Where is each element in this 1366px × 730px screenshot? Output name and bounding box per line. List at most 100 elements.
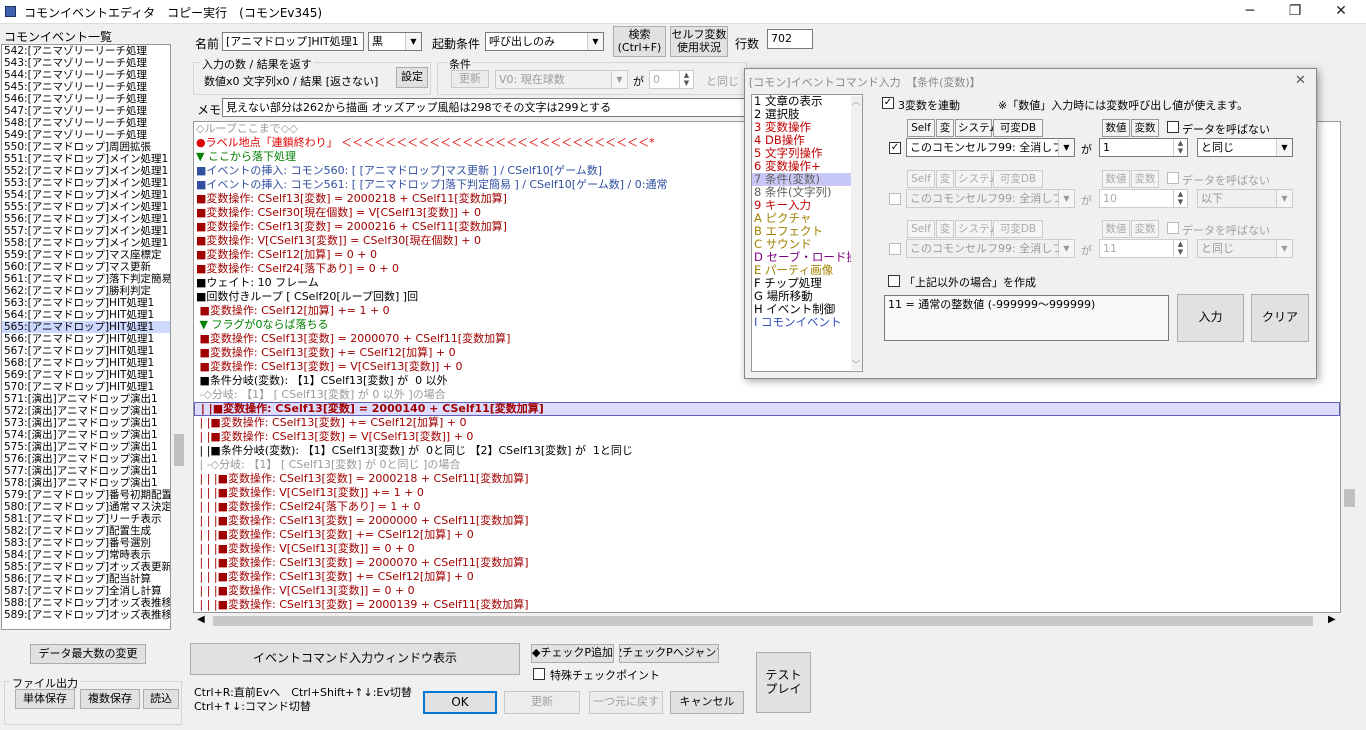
event-list-item[interactable]: 571:[演出]アニマドロップ演出1 [2, 393, 170, 405]
event-list-item[interactable]: 569:[アニマドロップ]HIT処理1 [2, 369, 170, 381]
event-list-item[interactable]: 550:[アニマドロップ]周囲拡張 [2, 141, 170, 153]
scroll-up-icon[interactable]: ︿ [852, 96, 860, 107]
tab-system[interactable]: システム [955, 220, 1000, 238]
condition-op-select[interactable]: と同じ ▼ [1197, 138, 1293, 157]
code-line[interactable]: | | |■変数操作: CSelf13[変数] += CSelf12[加算] +… [194, 528, 1340, 542]
spin-arrows-icon[interactable]: ▲ ▼ [1173, 190, 1187, 207]
event-list-item[interactable]: 586:[アニマドロップ]配当計算 [2, 573, 170, 585]
condition-var-select[interactable]: V0: 現在球数 ▼ [495, 70, 628, 89]
else-branch-checkbox[interactable] [888, 275, 900, 287]
event-list-item[interactable]: 585:[アニマドロップ]オッズ表更新 [2, 561, 170, 573]
tab-number[interactable]: 数値 [1102, 170, 1130, 188]
event-list-item[interactable]: 561:[アニマドロップ]落下判定簡易 [2, 273, 170, 285]
event-list-item[interactable]: 577:[演出]アニマドロップ演出1 [2, 465, 170, 477]
event-list-item[interactable]: 584:[アニマドロップ]常時表示 [2, 549, 170, 561]
condition-row-checkbox[interactable] [889, 243, 901, 255]
event-list-item[interactable]: 546:[アニマゾリーリーチ処理 [2, 93, 170, 105]
code-line[interactable]: | | |■変数操作: CSelf13[変数] += CSelf12[加算] +… [194, 570, 1340, 584]
condition-row-checkbox[interactable] [889, 193, 901, 205]
event-list-scrollbar[interactable] [171, 44, 187, 630]
tab-self[interactable]: Self [907, 119, 935, 137]
event-list-item[interactable]: 547:[アニマゾリーリーチ処理 [2, 105, 170, 117]
event-list-item[interactable]: 557:[アニマドロップ]メイン処理1 [2, 225, 170, 237]
tab-variable[interactable]: 変数 [1131, 220, 1159, 238]
tab-self[interactable]: Self [907, 170, 935, 188]
event-list-item[interactable]: 551:[アニマドロップ]メイン処理1 [2, 153, 170, 165]
event-list-item[interactable]: 562:[アニマドロップ]勝利判定 [2, 285, 170, 297]
lines-field[interactable]: 702 [767, 29, 813, 49]
event-list-item[interactable]: 573:[演出]アニマドロップ演出1 [2, 417, 170, 429]
event-list-item[interactable]: 548:[アニマゾリーリーチ処理 [2, 117, 170, 129]
maximize-icon[interactable]: ❐ [1285, 3, 1305, 19]
code-line[interactable]: | |■変数操作: CSelf13[変数] = 2000140 + CSelf1… [194, 402, 1340, 416]
code-line[interactable]: | |■条件分岐(変数): 【1】CSelf13[変数] が 0と同じ 【2】C… [194, 444, 1340, 458]
close-icon[interactable]: ✕ [1331, 3, 1351, 19]
event-list-item[interactable]: 574:[演出]アニマドロップ演出1 [2, 429, 170, 441]
event-list-item[interactable]: 565:[アニマドロップ]HIT処理1 [2, 321, 170, 333]
event-list-item[interactable]: 545:[アニマゾリーリーチ処理 [2, 81, 170, 93]
jump-check-point-button[interactable]: 次チェックPへジャンプ [619, 644, 719, 663]
memo-field[interactable]: 見えない部分は262から描画 オッズアップ風船は298でその文字は299とする [222, 98, 747, 117]
code-line[interactable]: | -◇分岐: 【1】 [ CSelf13[変数] が 0と同じ ]の場合 [194, 458, 1340, 472]
tab-variable-db[interactable]: 可変DB [993, 220, 1043, 238]
event-list-item[interactable]: 559:[アニマドロップ]マス座標定 [2, 249, 170, 261]
code-line[interactable]: | | |■変数操作: CSelf24[落下あり] = 1 + 0 [194, 500, 1340, 514]
name-field[interactable]: [アニマドロップ]HIT処理1 [222, 32, 364, 51]
event-list-item[interactable]: 582:[アニマドロップ]配置生成 [2, 525, 170, 537]
condition-op-select[interactable]: と同じ ▼ [1197, 239, 1293, 258]
event-list-item[interactable]: 555:[アニマドロップ]メイン処理1 [2, 201, 170, 213]
no-call-checkbox[interactable] [1167, 121, 1179, 133]
condition-number-field[interactable]: 1 ▲ ▼ [1099, 138, 1188, 157]
condition-number-field[interactable]: 0 ▲ ▼ [649, 70, 694, 89]
single-save-button[interactable]: 単体保存 [15, 689, 75, 709]
event-list-item[interactable]: 575:[演出]アニマドロップ演出1 [2, 441, 170, 453]
code-line[interactable]: | | |■変数操作: CSelf13[変数] = 2000070 + CSel… [194, 556, 1340, 570]
common-event-list[interactable]: 542:[アニマゾリーリーチ処理 543:[アニマゾリーリーチ処理 544:[アニマ… [1, 44, 171, 630]
event-list-item[interactable]: 588:[アニマドロップ]オッズ表推移 [2, 597, 170, 609]
code-hscroll-thumb[interactable] [213, 616, 1313, 626]
undo-button[interactable]: 一つ元に戻す [589, 691, 663, 714]
update-button[interactable]: 更新 [504, 691, 580, 714]
code-line[interactable]: -◇分岐: 【1】 [ CSelf13[変数] が 0 以外 ]の場合 [194, 388, 1340, 402]
multi-save-button[interactable]: 複数保存 [80, 689, 140, 709]
tab-variable-db[interactable]: 可変DB [993, 119, 1043, 137]
input-button[interactable]: 入力 [1177, 294, 1244, 342]
event-list-item[interactable]: 580:[アニマドロップ]通常マス決定 [2, 501, 170, 513]
code-line[interactable]: | | |■変数操作: CSelf13[変数] = 2000139 + CSel… [194, 598, 1340, 612]
load-button[interactable]: 読込 [143, 689, 179, 709]
code-line[interactable]: | | |■変数操作: V[CSelf13[変数]] = 0 + 0 [194, 584, 1340, 598]
link-vars-checkbox[interactable]: ✓ [882, 97, 894, 109]
spin-arrows-icon[interactable]: ▲ ▼ [679, 71, 693, 88]
condition-var-select[interactable]: このコモンセルフ99: 全消しフラグ ▼ [906, 138, 1075, 157]
event-list-item[interactable]: 583:[アニマドロップ]番号選別 [2, 537, 170, 549]
tab-variable-db[interactable]: 可変DB [993, 170, 1043, 188]
scroll-right-icon[interactable]: ▶ [1328, 614, 1336, 625]
event-list-item[interactable]: 579:[アニマドロップ]番号初期配置 [2, 489, 170, 501]
code-line[interactable]: | | |■変数操作: CSelf13[変数] = 2000218 + CSel… [194, 472, 1340, 486]
no-call-checkbox[interactable] [1167, 172, 1179, 184]
tab-hen[interactable]: 変 [936, 170, 954, 188]
command-list-item[interactable]: I コモンイベント [752, 316, 862, 329]
clear-button[interactable]: クリア [1251, 294, 1309, 342]
event-list-item[interactable]: 542:[アニマゾリーリーチ処理 [2, 45, 170, 57]
event-list-item[interactable]: 554:[アニマドロップ]メイン処理1 [2, 189, 170, 201]
condition-var-select[interactable]: このコモンセルフ99: 全消しフラグ ▼ [906, 189, 1075, 208]
self-var-usage-button[interactable]: セルフ変数 使用状況 [670, 26, 728, 57]
trigger-select[interactable]: 呼び出しのみ ▼ [485, 32, 604, 51]
color-select[interactable]: 黒 ▼ [368, 32, 422, 51]
event-list-item[interactable]: 543:[アニマゾリーリーチ処理 [2, 57, 170, 69]
tab-hen[interactable]: 変 [936, 119, 954, 137]
tab-number[interactable]: 数値 [1102, 220, 1130, 238]
event-list-item[interactable]: 568:[アニマドロップ]HIT処理1 [2, 357, 170, 369]
special-check-checkbox[interactable] [533, 668, 545, 680]
code-scrollbar[interactable] [1341, 121, 1358, 613]
test-play-button[interactable]: テスト プレイ [756, 652, 811, 713]
code-line[interactable]: | | |■変数操作: V[CSelf13[変数]] = 0 + 0 [194, 542, 1340, 556]
add-check-point-button[interactable]: ◆チェックP追加 [531, 644, 614, 663]
event-list-item[interactable]: 560:[アニマドロップ]マス更新 [2, 261, 170, 273]
event-list-item[interactable]: 581:[アニマドロップ]リーチ表示 [2, 513, 170, 525]
event-list-item[interactable]: 563:[アニマドロップ]HIT処理1 [2, 297, 170, 309]
condition-var-select[interactable]: このコモンセルフ99: 全消しフラグ ▼ [906, 239, 1075, 258]
settings-button[interactable]: 設定 [396, 67, 428, 88]
cancel-button[interactable]: キャンセル [670, 691, 744, 714]
